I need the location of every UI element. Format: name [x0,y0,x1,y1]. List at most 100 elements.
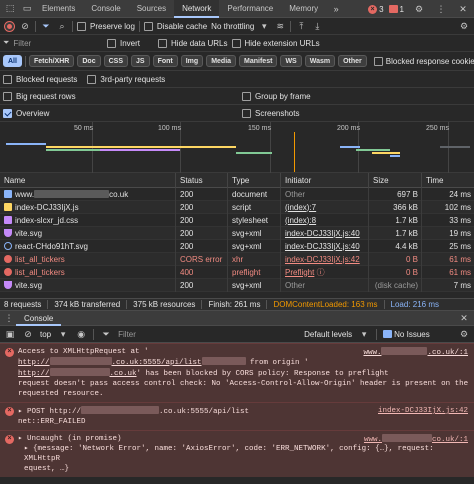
tab-network[interactable]: Network [174,0,220,18]
origin-link-tail[interactable]: .co.uk [110,370,137,378]
console-filter-input[interactable]: Filter [118,330,298,339]
chip-js[interactable]: JS [131,55,150,67]
filter-input[interactable]: ⏷ Filter [3,37,103,49]
settings-gear-icon[interactable]: ⚙ [412,2,426,16]
more-tabs-icon[interactable]: » [329,2,343,16]
column-time[interactable]: Time [422,173,474,188]
blocked-response-cookies-checkbox[interactable] [373,56,383,66]
chip-img[interactable]: Img [180,55,204,67]
third-party-label: 3rd-party requests [100,74,166,84]
tab-elements[interactable]: Elements [34,0,83,18]
warning-count-badge[interactable]: 1 [388,5,404,14]
hide-data-urls-checkbox[interactable] [158,38,168,48]
network-settings-icon[interactable]: ⚙ [458,20,470,32]
disable-cache-checkbox[interactable] [143,21,153,31]
clear-button[interactable]: ⊘ [19,20,31,32]
request-name-cell: list_all_tickers [0,265,176,279]
issue-icon [388,5,398,13]
throttling-select[interactable]: No throttling [211,22,254,31]
group-by-frame-checkbox[interactable] [242,91,251,101]
chip-font[interactable]: Font [152,55,178,67]
live-expression-eye-icon[interactable]: ◉ [75,328,87,340]
request-initiator-link[interactable]: (index):8 [281,213,369,227]
error-icon: × [368,4,378,14]
chip-css[interactable]: CSS [103,55,128,67]
network-conditions-icon[interactable]: ≋ [274,20,286,32]
source-link[interactable]: www. [363,349,381,357]
more-options-icon[interactable]: ⋮ [434,2,448,16]
issues-button[interactable]: No Issues [383,330,430,339]
search-icon[interactable]: ⌕ [56,20,68,32]
tab-performance[interactable]: Performance [219,0,281,18]
column-status[interactable]: Status [176,172,228,188]
source-link[interactable]: index-DCJ33IjX.js:42 [378,406,468,416]
preflight-link[interactable]: Preflight [285,268,314,277]
third-party-checkbox[interactable] [87,74,97,84]
console-settings-icon[interactable]: ⚙ [458,328,470,340]
invert-checkbox[interactable] [107,38,116,48]
drawer-menu-icon[interactable]: ⋮ [3,312,15,324]
request-initiator-cell: Preflight ⓘ [281,265,369,279]
chip-manifest[interactable]: Manifest [239,55,278,67]
chip-all[interactable]: All [3,55,22,67]
column-size[interactable]: Size [369,172,422,188]
log-levels-select[interactable]: Default levels [304,330,352,339]
chip-fetch-xhr[interactable]: Fetch/XHR [28,55,75,67]
overview-checkbox[interactable] [3,108,12,118]
chip-wasm[interactable]: Wasm [304,55,336,67]
import-har-icon[interactable]: ⤒ [295,20,307,32]
source-link[interactable]: www. co.uk/:1 [364,434,468,445]
chip-doc[interactable]: Doc [77,55,101,67]
error-count-badge[interactable]: × 3 [368,4,384,14]
source-link-tail[interactable]: .co.uk/:1 [427,349,468,357]
big-request-rows-checkbox[interactable] [3,91,12,101]
request-status-cell: 200 [176,278,228,292]
request-row[interactable]: www. co.uk 200 document Other 697 B 24 ms [0,187,474,201]
close-icon[interactable]: ✕ [456,2,470,16]
chevron-down-icon[interactable]: ▾ [258,20,270,32]
preserve-log-checkbox[interactable] [77,21,86,31]
column-type[interactable]: Type [228,172,281,188]
request-row[interactable]: vite.svg 200 svg+xml Other (disk cache) … [0,278,474,292]
tab-sources[interactable]: Sources [129,0,174,18]
drawer-tab-console[interactable]: Console [16,311,62,326]
blocked-requests-checkbox[interactable] [3,74,12,84]
request-initiator-link[interactable]: (index):7 [281,200,369,214]
request-row[interactable]: index-slcxr_jd.css 200 stylesheet (index… [0,213,474,227]
timeline-overview[interactable]: 50 ms 100 ms 150 ms 200 ms 250 ms [0,122,474,173]
console-error-uncaught[interactable]: × ▸ Uncaught (in promise) www. co.uk/:1 ▸… [0,430,474,477]
sidebar-toggle-icon[interactable]: ▣ [4,328,16,340]
request-row-error[interactable]: list_all_tickers 400 preflight Preflight… [0,265,474,279]
column-initiator[interactable]: Initiator [281,172,369,188]
console-error-post[interactable]: × ▸ POST http:// .co.uk:5555/api/list ind… [0,402,474,430]
request-initiator-link[interactable]: index-DCJ33IjX.js:40 [281,239,369,253]
hide-extension-urls-checkbox[interactable] [231,38,241,48]
request-row-error[interactable]: list_all_tickers CORS error xhr index-DC… [0,252,474,266]
close-drawer-icon[interactable]: ✕ [458,312,470,324]
tab-console[interactable]: Console [83,0,128,18]
device-toolbar-icon[interactable]: ▭ [20,2,34,16]
chip-ws[interactable]: WS [280,55,302,67]
request-name: list_all_tickers [15,254,65,264]
request-url-link[interactable]: http://.co.uk:5555/api/list [18,357,202,367]
origin-link[interactable]: http:// [18,370,50,378]
tab-memory[interactable]: Memory [281,0,326,18]
clear-console-icon[interactable]: ⊘ [22,328,34,340]
inspect-element-icon[interactable]: ⬚ [3,2,17,16]
request-row[interactable]: index-DCJ33IjX.js 200 script (index):7 3… [0,200,474,214]
request-initiator-link[interactable]: index-DCJ33IjX.js:42 [281,252,369,266]
context-select[interactable]: top [40,330,51,339]
request-row[interactable]: vite.svg 200 svg+xml index-DCJ33IjX.js:4… [0,226,474,240]
request-status-cell: 200 [176,239,228,253]
screenshots-checkbox[interactable] [242,108,251,118]
request-initiator-link[interactable]: index-DCJ33IjX.js:40 [281,226,369,240]
column-name[interactable]: Name [0,172,176,188]
export-har-icon[interactable]: ⤓ [311,20,323,32]
request-row[interactable]: react-CHdo91hT.svg 200 svg+xml index-DCJ… [0,239,474,253]
chip-other[interactable]: Other [338,55,367,67]
filter-toggle-icon[interactable]: ⏷ [40,20,52,32]
console-error-cors: × Access to XMLHttpRequest at ' www. .co.… [0,343,474,402]
stylesheet-file-icon [4,215,12,224]
record-button[interactable] [3,20,15,32]
chip-media[interactable]: Media [206,55,237,67]
